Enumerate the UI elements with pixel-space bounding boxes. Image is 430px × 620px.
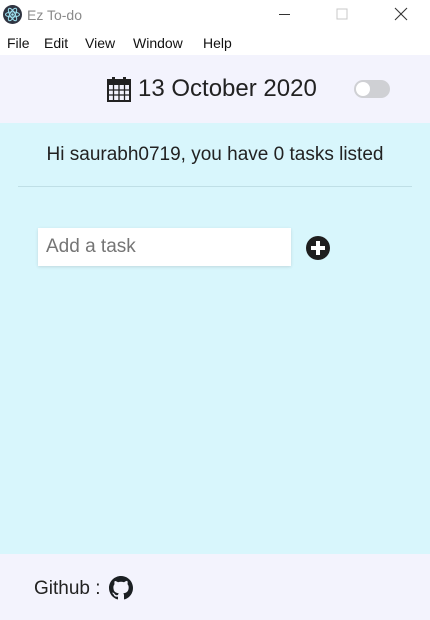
menu-window[interactable]: Window xyxy=(133,35,183,51)
window-title: Ez To-do xyxy=(27,7,82,23)
add-task-input[interactable] xyxy=(38,228,291,266)
menu-file[interactable]: File xyxy=(7,35,30,51)
footer: Github : xyxy=(0,554,430,620)
app-icon xyxy=(3,5,22,24)
menu-bar: File Edit View Window Help xyxy=(0,30,430,55)
divider xyxy=(18,186,412,187)
current-date: 13 October 2020 xyxy=(138,75,317,102)
menu-view[interactable]: View xyxy=(85,35,115,51)
minimize-button[interactable] xyxy=(261,0,307,30)
menu-help[interactable]: Help xyxy=(203,35,232,51)
title-bar: Ez To-do xyxy=(0,0,430,30)
date-header: 13 October 2020 xyxy=(0,55,430,123)
maximize-icon xyxy=(336,8,348,20)
github-label: Github : xyxy=(34,578,101,599)
close-icon xyxy=(394,7,408,21)
toggle-knob xyxy=(356,82,370,96)
greeting-text: Hi saurabh0719, you have 0 tasks listed xyxy=(46,144,384,165)
minimize-icon xyxy=(279,14,290,15)
task-area: Hi saurabh0719, you have 0 tasks listed xyxy=(0,123,430,554)
maximize-button[interactable] xyxy=(318,0,364,30)
add-task-button[interactable] xyxy=(306,236,330,260)
github-icon[interactable] xyxy=(109,576,133,600)
theme-toggle[interactable] xyxy=(354,80,390,98)
close-button[interactable] xyxy=(377,0,423,30)
menu-edit[interactable]: Edit xyxy=(44,35,68,51)
calendar-icon xyxy=(107,77,131,102)
